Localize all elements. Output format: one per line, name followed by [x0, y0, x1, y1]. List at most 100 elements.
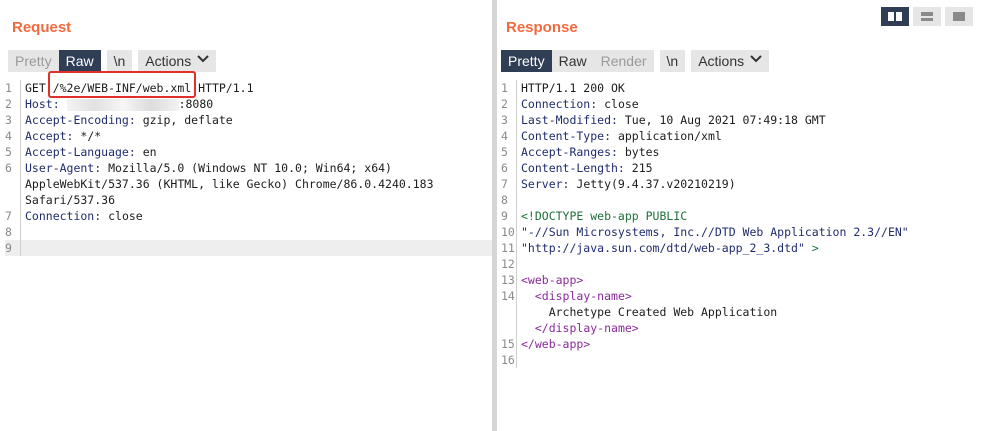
response-editor[interactable]: 1 HTTP/1.1 200 OK 2 Connection: close 3 Last-…: [501, 80, 987, 368]
gutter-rule: [20, 208, 21, 224]
tab-pretty[interactable]: Pretty: [501, 50, 552, 72]
tab-raw[interactable]: Raw: [58, 50, 101, 72]
chevron-down-icon: [197, 49, 209, 71]
gutter-rule: [516, 192, 517, 208]
line-number: 8: [5, 225, 12, 239]
gutter-rule: [516, 208, 517, 224]
line-number: 8: [501, 193, 508, 207]
token: Jetty(9.4.37.v20210219): [569, 177, 736, 191]
actions-menu[interactable]: Actions: [138, 49, 217, 72]
line-number: 9: [5, 241, 12, 255]
line-text: Accept-Encoding: gzip, deflate: [25, 112, 492, 128]
line-number: 2: [5, 97, 12, 111]
token: "-//Sun Microsystems, Inc.//DTD Web Appl…: [521, 225, 909, 239]
line-text: Content-Type: application/xml: [521, 128, 987, 144]
line-number: 12: [501, 257, 515, 271]
line-text: Connection: close: [25, 208, 492, 224]
line-number: 7: [501, 177, 508, 191]
line-number: 14: [501, 289, 515, 303]
code-line: 3 Accept-Encoding: gzip, deflate: [5, 112, 492, 128]
line-number: [501, 304, 516, 320]
gutter-rule: [20, 224, 21, 240]
line-text: </web-app>: [521, 336, 987, 352]
actions-menu[interactable]: Actions: [691, 50, 770, 72]
code-line: 8: [501, 192, 987, 208]
line-number: 3: [5, 113, 12, 127]
token: HTTP/1.1 200 OK: [521, 81, 625, 95]
token: Content-Length:: [521, 161, 625, 175]
gutter-rule: [20, 240, 21, 256]
token: <display-name>: [534, 289, 632, 303]
request-toolbar: Pretty Raw \n Actions: [8, 49, 217, 72]
token: Archetype Created Web Application: [521, 305, 778, 319]
gutter-rule: [20, 144, 21, 160]
token: Accept-Ranges:: [521, 145, 618, 159]
newline-toggle[interactable]: \n: [106, 50, 133, 72]
token: </web-app>: [521, 337, 591, 351]
request-title: Request: [12, 19, 72, 36]
request-view-tabs: Pretty Raw: [8, 50, 101, 72]
line-number: 11: [501, 241, 515, 255]
line-text: [25, 224, 492, 240]
token: close: [101, 209, 143, 223]
token: HTTP/1.1: [191, 81, 254, 95]
gutter-rule: [20, 96, 21, 112]
token: "http://java.sun.com/dtd/web-app_2_3.dtd…: [521, 241, 805, 255]
line-number: 3: [501, 113, 508, 127]
line-text: <web-app>: [521, 272, 987, 288]
actions-label: Actions: [145, 53, 192, 69]
code-line: 1 HTTP/1.1 200 OK: [501, 80, 987, 96]
line-text: [521, 352, 987, 368]
gutter-rule: [516, 80, 517, 96]
token: AppleWebKit/537.36 (KHTML, like Gecko) C…: [25, 177, 434, 191]
gutter-rule: [20, 160, 21, 176]
gutter-rule: [516, 176, 517, 192]
code-line: 5 Accept-Ranges: bytes: [501, 144, 987, 160]
code-line: 9 <!DOCTYPE web-app PUBLIC: [501, 208, 987, 224]
line-number: 2: [501, 97, 508, 111]
code-line: 3 Last-Modified: Tue, 10 Aug 2021 07:49:1…: [501, 112, 987, 128]
tab-raw[interactable]: Raw: [551, 50, 594, 72]
code-line: 4 Content-Type: application/xml: [501, 128, 987, 144]
line-text: Accept-Ranges: bytes: [521, 144, 987, 160]
token: en: [135, 145, 157, 159]
token: */*: [73, 129, 102, 143]
code-line: 13 <web-app>: [501, 272, 987, 288]
tab-pretty[interactable]: Pretty: [8, 50, 59, 72]
code-line: 2 Host: :8080: [5, 96, 492, 112]
gutter-rule: [516, 352, 517, 368]
line-number: 13: [501, 273, 515, 287]
code-line: 8: [5, 224, 492, 240]
request-pane: Request Pretty Raw \n Actions 1 GET /%2e/…: [0, 0, 492, 431]
line-number: 9: [501, 209, 508, 223]
request-editor[interactable]: 1 GET /%2e/WEB-INF/web.xml HTTP/1.1 2 Host:…: [5, 80, 492, 256]
gutter-rule: [516, 96, 517, 112]
line-number: [5, 192, 20, 208]
code-line: Safari/537.36: [5, 192, 492, 208]
line-number: [5, 176, 20, 192]
line-text: [521, 192, 987, 208]
line-text: Server: Jetty(9.4.37.v20210219): [521, 176, 987, 192]
response-title: Response: [506, 19, 578, 36]
newline-toggle[interactable]: \n: [659, 50, 686, 72]
token: User-Agent:: [25, 161, 102, 175]
stacked-layout-icon[interactable]: [913, 7, 941, 26]
layout-toggle: [881, 7, 973, 26]
gutter-rule: [20, 192, 21, 208]
line-number: 5: [501, 145, 508, 159]
response-view-tabs: Pretty Raw Render: [501, 50, 654, 72]
tab-render[interactable]: Render: [593, 50, 654, 72]
side-by-side-layout-icon[interactable]: [881, 7, 909, 26]
single-layout-icon[interactable]: [945, 7, 973, 26]
token: 215: [624, 161, 653, 175]
response-pane: Response Pretty Raw Render \n Actions 1H…: [497, 0, 987, 431]
gutter-rule: [20, 176, 21, 192]
line-text: </display-name>: [521, 320, 987, 336]
token: Mozilla/5.0 (Windows NT 10.0; Win64; x64…: [101, 161, 392, 175]
response-toolbar: Pretty Raw Render \n Actions: [501, 50, 770, 72]
gutter-rule: [516, 256, 517, 272]
token: bytes: [617, 145, 660, 159]
code-line: 7 Server: Jetty(9.4.37.v20210219): [501, 176, 987, 192]
line-number: 6: [501, 161, 508, 175]
